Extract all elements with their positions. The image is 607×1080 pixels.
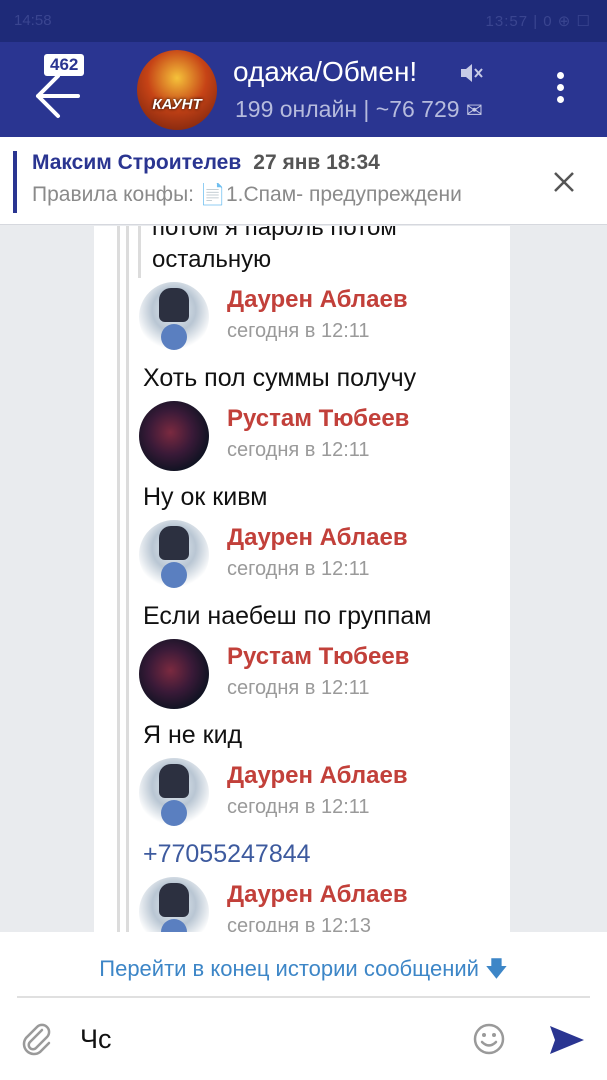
message-text: Если наебеш по группам xyxy=(143,602,432,630)
message-text: Хоть пол суммы получу xyxy=(143,364,417,392)
message-author[interactable]: Даурен Аблаев xyxy=(227,286,408,314)
phone-link[interactable]: +77055247844 xyxy=(143,840,311,869)
message-time: сегодня в 12:11 xyxy=(227,558,370,580)
quote-line xyxy=(126,226,129,932)
message-time: сегодня в 12:13 xyxy=(227,915,371,932)
message-time: сегодня в 12:11 xyxy=(227,677,370,699)
more-menu-icon[interactable] xyxy=(548,72,572,108)
quoted-text: потом я пароль потом остальную xyxy=(152,226,397,276)
message-input[interactable]: Чс xyxy=(80,1024,112,1055)
chat-avatar[interactable]: КАУНТ xyxy=(137,50,217,130)
arrow-down-icon: 🡇 xyxy=(485,956,508,981)
pinned-message[interactable]: Максим Строителев 27 янв 18:34 Правила ко… xyxy=(0,137,607,225)
divider xyxy=(17,996,590,998)
mute-icon xyxy=(461,64,483,82)
pinned-author: Максим Строителев xyxy=(32,151,242,174)
chat-subtitle: 199 онлайн | ~76 729 ✉ xyxy=(235,96,483,123)
message-time: сегодня в 12:11 xyxy=(227,320,370,342)
chat-avatar-label: КАУНТ xyxy=(152,96,202,113)
pinned-date: 27 янв 18:34 xyxy=(253,151,380,174)
message-author[interactable]: Даурен Аблаев xyxy=(227,881,408,909)
quoted-text-line: остальную xyxy=(152,246,272,273)
avatar[interactable] xyxy=(139,639,209,709)
message-author[interactable]: Даурен Аблаев xyxy=(227,762,408,790)
avatar[interactable] xyxy=(139,282,209,352)
message-author[interactable]: Рустам Тюбеев xyxy=(227,643,409,671)
message-time: сегодня в 12:11 xyxy=(227,796,370,818)
chat-members-info: 199 онлайн | ~76 729 xyxy=(235,96,460,122)
attach-icon[interactable] xyxy=(20,1022,54,1056)
quoted-text-line: потом я пароль потом xyxy=(152,226,397,241)
message-time: сегодня в 12:11 xyxy=(227,439,370,461)
message-feed[interactable]: потом я пароль потом остальную Даурен Аб… xyxy=(0,226,607,932)
send-icon[interactable] xyxy=(548,1024,586,1056)
status-time: 14:58 xyxy=(14,12,52,29)
pinned-accent-bar xyxy=(13,151,17,213)
message-author[interactable]: Рустам Тюбеев xyxy=(227,405,409,433)
mail-icon: ✉ xyxy=(465,100,483,122)
composer-area: Перейти в конец истории сообщений 🡇 Чс xyxy=(0,932,607,1080)
quote-line xyxy=(138,226,141,278)
message-text: Я не кид xyxy=(143,721,243,749)
emoji-icon[interactable] xyxy=(472,1022,506,1056)
chat-header: 462 КАУНТ одажа/Обмен! 199 онлайн | ~76 … xyxy=(0,42,607,137)
jump-to-end-link[interactable]: Перейти в конец истории сообщений 🡇 xyxy=(0,952,607,990)
chat-title[interactable]: одажа/Обмен! xyxy=(233,56,417,88)
unread-count-badge: 462 xyxy=(44,54,85,76)
status-indicators: 13:57 | 0 ⊕ ☐ xyxy=(485,13,591,30)
avatar[interactable] xyxy=(139,520,209,590)
close-icon[interactable] xyxy=(553,171,575,193)
pinned-text: Правила конфы: 📄1.Спам- предупреждени xyxy=(32,183,462,206)
avatar[interactable] xyxy=(139,758,209,828)
message-author[interactable]: Даурен Аблаев xyxy=(227,524,408,552)
message-text: Ну ок кивм xyxy=(143,483,268,511)
quote-line xyxy=(117,226,120,932)
status-bar: 14:58 13:57 | 0 ⊕ ☐ xyxy=(0,0,607,42)
avatar[interactable] xyxy=(139,401,209,471)
jump-to-end-label: Перейти в конец истории сообщений xyxy=(99,956,479,981)
pinned-author-line: Максим Строителев 27 янв 18:34 xyxy=(32,151,380,175)
